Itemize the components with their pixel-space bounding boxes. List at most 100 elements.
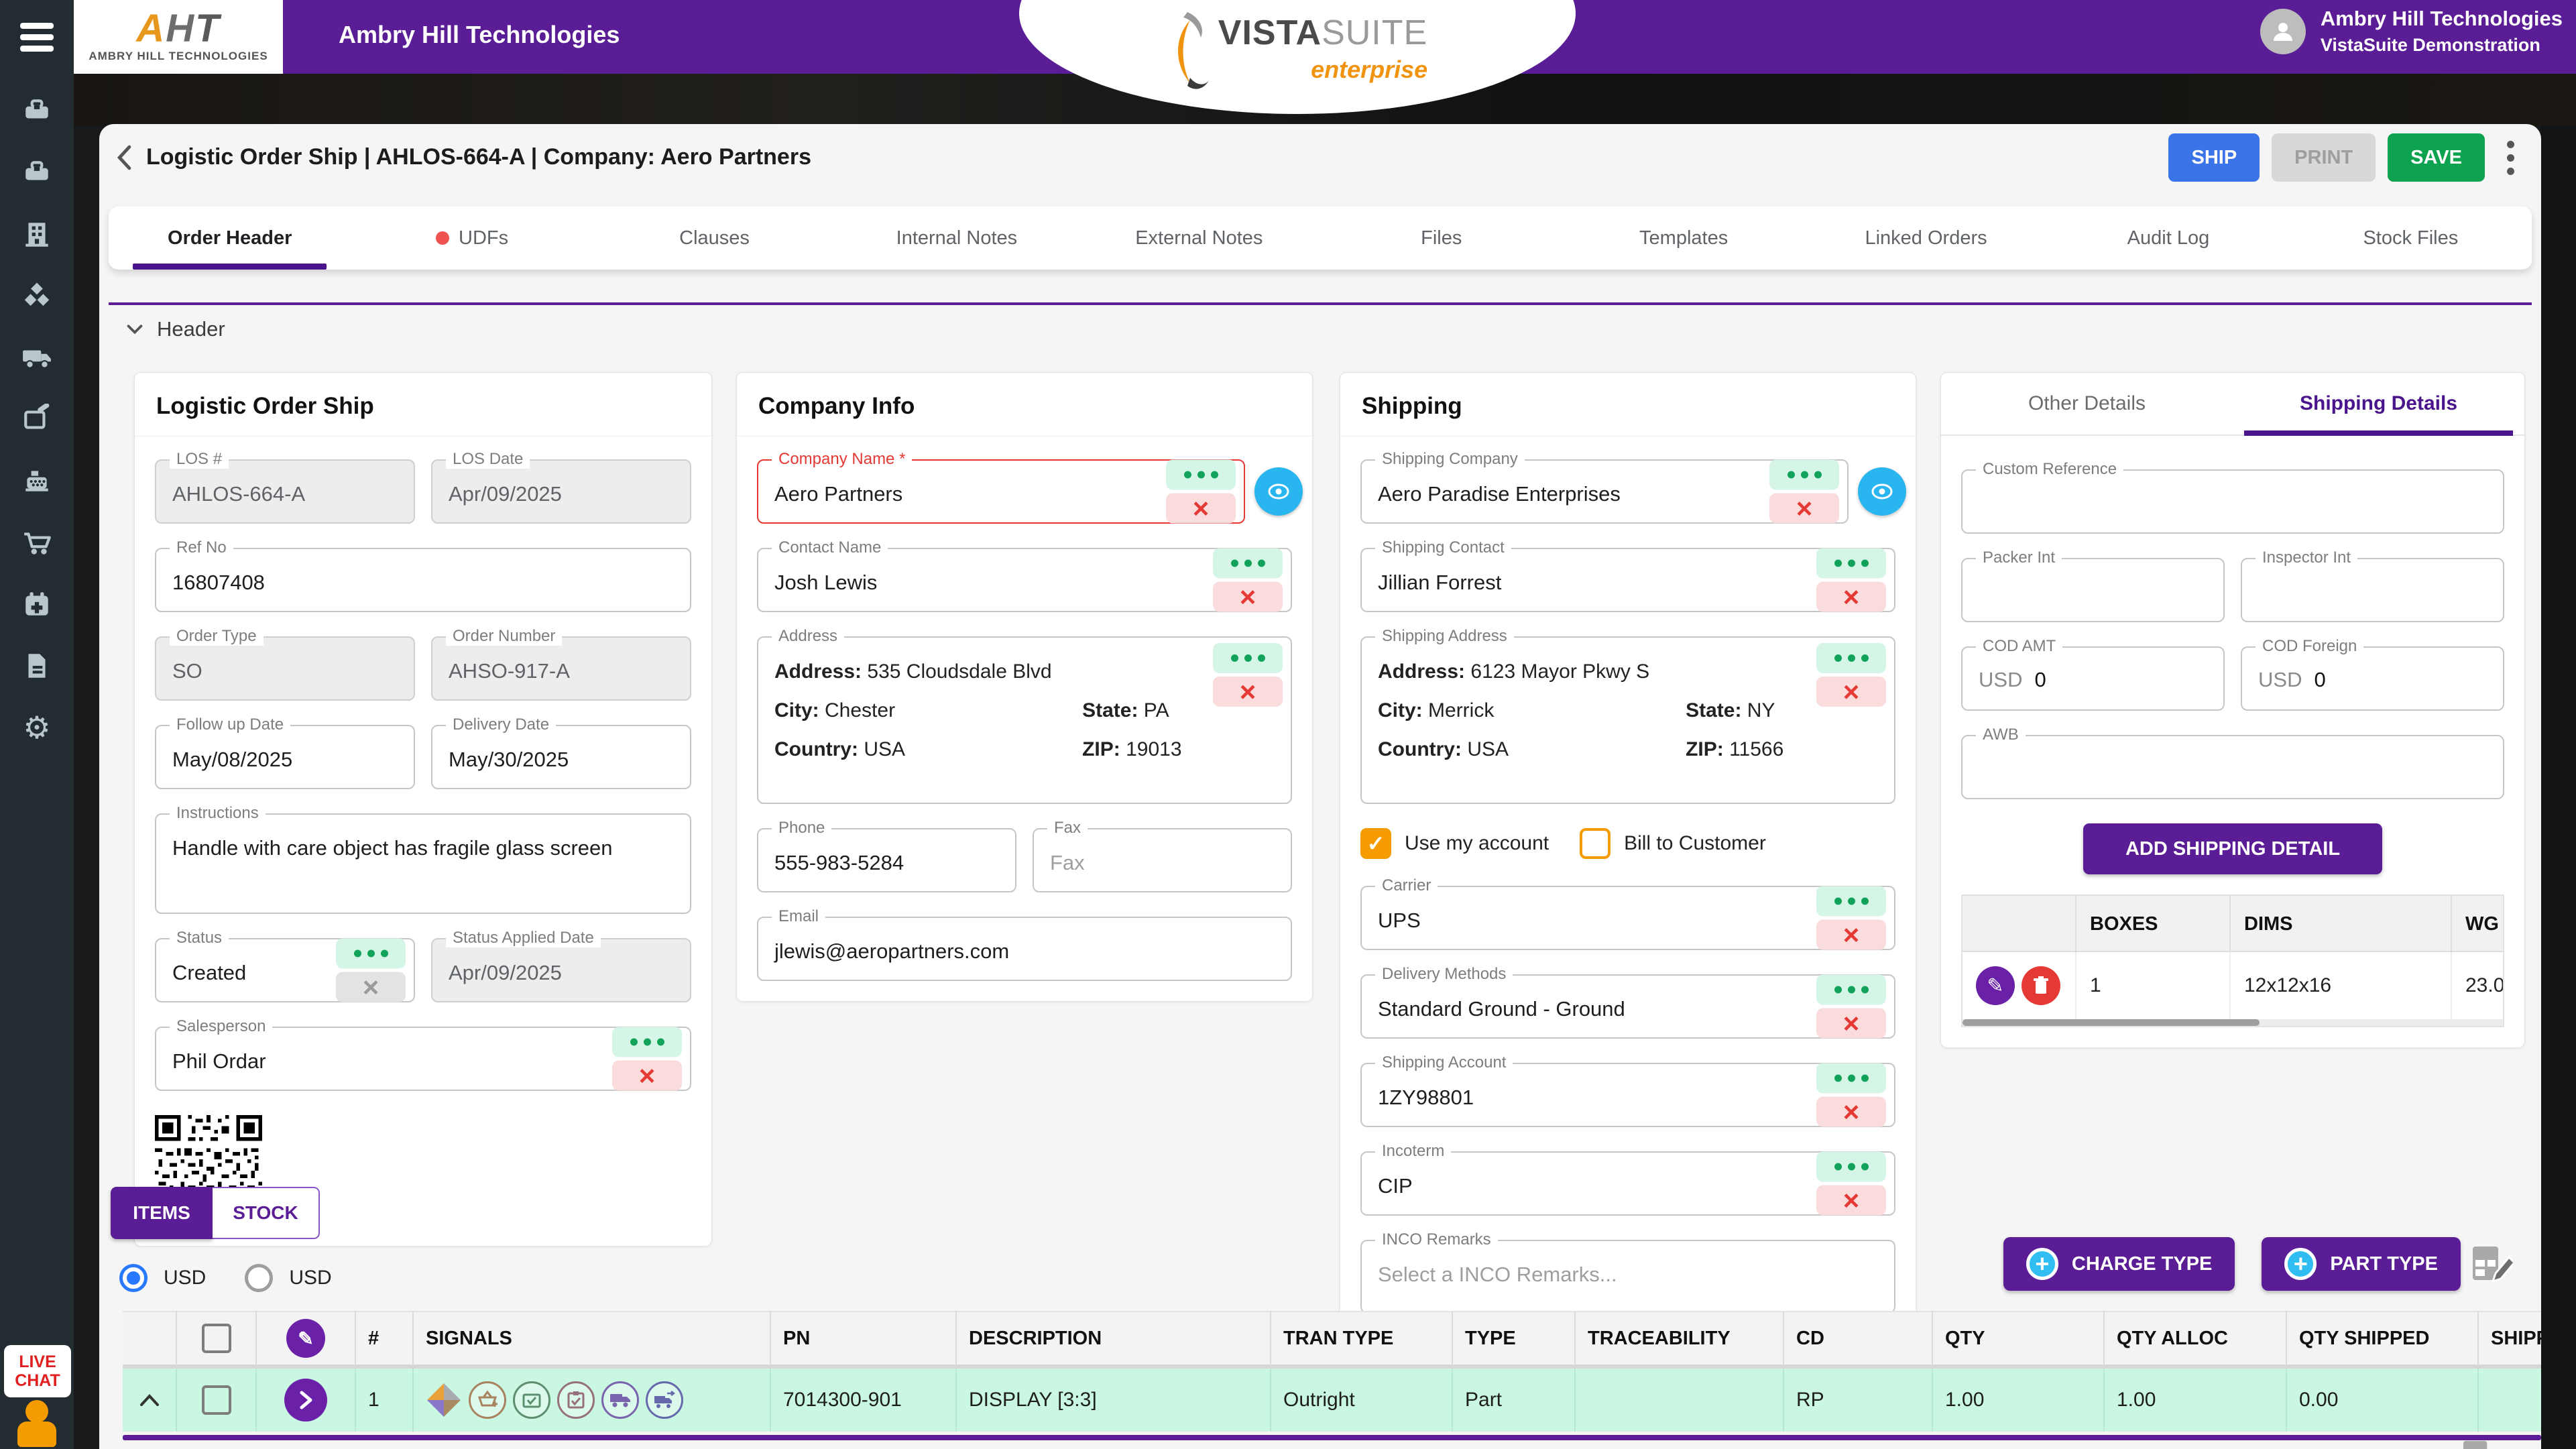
bulk-edit-button[interactable]: ✎: [286, 1319, 325, 1358]
los-number-field[interactable]: LOS # AHLOS-664-A: [155, 450, 415, 524]
company-address-field[interactable]: Address Address: 535 Cloudsdale Blvd Cit…: [757, 627, 1292, 804]
tab-templates[interactable]: Templates: [1562, 207, 1804, 270]
contact-name-field[interactable]: Contact Name Josh Lewis ×: [757, 538, 1292, 612]
truck-icon[interactable]: [21, 342, 52, 373]
address-options-button[interactable]: [1213, 643, 1283, 673]
part-type-button[interactable]: + PART TYPE: [2262, 1237, 2461, 1291]
tab-udfs[interactable]: UDFs: [351, 207, 593, 270]
contact-clear-button[interactable]: ×: [1213, 581, 1283, 612]
currency-usd2-radio[interactable]: [245, 1264, 274, 1292]
detail-edit-button[interactable]: ✎: [1976, 966, 2015, 1005]
shipping-company-view-button[interactable]: [1858, 467, 1906, 516]
table-settings-icon[interactable]: [2470, 1245, 2516, 1287]
bill-to-customer-checkbox[interactable]: [1580, 828, 1611, 859]
shipping-account-clear-button[interactable]: ×: [1816, 1096, 1886, 1127]
tab-shipping-details[interactable]: Shipping Details: [2233, 373, 2524, 436]
edit-note-icon[interactable]: [21, 404, 52, 434]
toolbox2-icon[interactable]: [21, 157, 52, 188]
shipping-address-options-button[interactable]: [1816, 643, 1886, 673]
company-name-options-button[interactable]: [1166, 459, 1236, 490]
incoterm-options-button[interactable]: [1816, 1151, 1886, 1182]
custom-reference-field[interactable]: Custom Reference: [1961, 460, 2504, 534]
row-open-button[interactable]: [284, 1379, 327, 1422]
shipping-contact-field[interactable]: Shipping Contact Jillian Forrest ×: [1360, 538, 1895, 612]
row-checkbox[interactable]: [201, 1385, 231, 1415]
tab-audit-log[interactable]: Audit Log: [2047, 207, 2289, 270]
delivery-date-field[interactable]: Delivery Date May/30/2025: [431, 715, 691, 789]
instructions-field[interactable]: Instructions Handle with care object has…: [155, 804, 691, 914]
shipping-contact-options-button[interactable]: [1816, 548, 1886, 579]
inco-remarks-field[interactable]: INCO Remarks Select a INCO Remarks...: [1360, 1230, 1895, 1314]
detail-delete-button[interactable]: [2022, 966, 2060, 1005]
tab-external-notes[interactable]: External Notes: [1078, 207, 1320, 270]
save-button[interactable]: SAVE: [2388, 133, 2485, 182]
add-shipping-detail-button[interactable]: ADD SHIPPING DETAIL: [2083, 823, 2382, 874]
more-options-icon[interactable]: [2497, 137, 2524, 179]
follow-up-date-field[interactable]: Follow up Date May/08/2025: [155, 715, 415, 789]
salesperson-options-button[interactable]: [612, 1027, 682, 1057]
company-name-field[interactable]: Company Name * Aero Partners ×: [757, 450, 1303, 524]
header-section-toggle[interactable]: Header: [123, 317, 225, 341]
order-type-field[interactable]: Order Type SO: [155, 627, 415, 701]
live-chat-widget[interactable]: LIVE CHAT: [4, 1345, 71, 1447]
company-name-clear-button[interactable]: ×: [1166, 493, 1236, 524]
incoterm-clear-button[interactable]: ×: [1816, 1185, 1886, 1216]
stock-toggle-button[interactable]: STOCK: [213, 1187, 320, 1239]
charge-type-button[interactable]: + CHARGE TYPE: [2003, 1237, 2235, 1291]
shipping-company-options-button[interactable]: [1769, 459, 1839, 490]
tab-other-details[interactable]: Other Details: [1941, 373, 2233, 434]
email-field[interactable]: Email jlewis@aeropartners.com: [757, 907, 1292, 981]
cart-icon[interactable]: [21, 527, 52, 558]
detail-table-scrollbar[interactable]: [1963, 1019, 2503, 1026]
packer-int-field[interactable]: Packer Int: [1961, 548, 2225, 622]
shipping-account-options-button[interactable]: [1816, 1063, 1886, 1094]
shipping-address-clear-button[interactable]: ×: [1816, 677, 1886, 707]
cod-amt-field[interactable]: COD AMT USD 0: [1961, 637, 2225, 711]
delivery-methods-clear-button[interactable]: ×: [1816, 1008, 1886, 1039]
hamburger-icon[interactable]: [20, 23, 54, 52]
cod-foreign-field[interactable]: COD Foreign USD 0: [2241, 637, 2504, 711]
los-date-field[interactable]: LOS Date Apr/09/2025: [431, 450, 691, 524]
gear-icon[interactable]: ⚙: [21, 712, 52, 743]
status-options-button[interactable]: [336, 938, 406, 969]
cubes-icon[interactable]: [21, 280, 52, 311]
address-clear-button[interactable]: ×: [1213, 677, 1283, 707]
delivery-methods-field[interactable]: Delivery Methods Standard Ground - Groun…: [1360, 965, 1895, 1039]
carrier-field[interactable]: Carrier UPS ×: [1360, 876, 1895, 950]
tab-stock-files[interactable]: Stock Files: [2290, 207, 2532, 270]
user-menu[interactable]: Ambry Hill Technologies VistaSuite Demon…: [2260, 7, 2563, 56]
live-chat-label[interactable]: LIVE CHAT: [4, 1345, 71, 1397]
toolbox-icon[interactable]: [21, 95, 52, 126]
building-icon[interactable]: [21, 219, 52, 249]
shipping-account-field[interactable]: Shipping Account 1ZY98801 ×: [1360, 1053, 1895, 1127]
ship-button[interactable]: SHIP: [2168, 133, 2260, 182]
select-all-checkbox[interactable]: [201, 1324, 231, 1353]
shipping-address-field[interactable]: Shipping Address Address: 6123 Mayor Pkw…: [1360, 627, 1895, 804]
items-toggle-button[interactable]: ITEMS: [111, 1187, 213, 1239]
back-icon[interactable]: [111, 143, 141, 172]
shipping-company-field[interactable]: Shipping Company Aero Paradise Enterpris…: [1360, 450, 1906, 524]
company-view-button[interactable]: [1254, 467, 1303, 516]
carrier-options-button[interactable]: [1816, 886, 1886, 917]
use-my-account-checkbox[interactable]: ✓: [1360, 828, 1391, 859]
status-applied-date-field[interactable]: Status Applied Date Apr/09/2025: [431, 929, 691, 1002]
inspector-int-field[interactable]: Inspector Int: [2241, 548, 2504, 622]
currency-usd-radio-selected[interactable]: [119, 1264, 148, 1292]
tab-files[interactable]: Files: [1320, 207, 1562, 270]
tab-internal-notes[interactable]: Internal Notes: [835, 207, 1077, 270]
awb-field[interactable]: AWB: [1961, 726, 2504, 799]
ref-no-field[interactable]: Ref No 16807408: [155, 538, 691, 612]
delivery-methods-options-button[interactable]: [1816, 974, 1886, 1005]
tab-clauses[interactable]: Clauses: [593, 207, 835, 270]
order-number-field[interactable]: Order Number AHSO-917-A: [431, 627, 691, 701]
tab-linked-orders[interactable]: Linked Orders: [1805, 207, 2047, 270]
row-collapse-button[interactable]: [123, 1369, 177, 1432]
fax-field[interactable]: Fax Fax: [1033, 819, 1292, 892]
incoterm-field[interactable]: Incoterm CIP ×: [1360, 1142, 1895, 1216]
register-icon[interactable]: [21, 465, 52, 496]
tab-order-header[interactable]: Order Header: [109, 207, 351, 270]
linked-table-settings-icon[interactable]: [2461, 1440, 2501, 1449]
phone-field[interactable]: Phone 555-983-5284: [757, 819, 1016, 892]
document-icon[interactable]: [21, 650, 52, 681]
contact-options-button[interactable]: [1213, 548, 1283, 579]
